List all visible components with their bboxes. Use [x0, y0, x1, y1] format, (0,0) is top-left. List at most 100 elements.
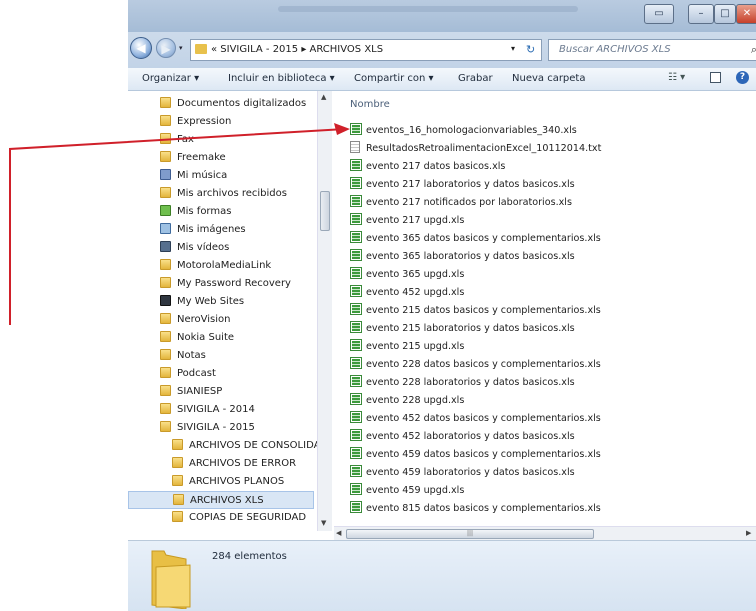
organize-button[interactable]: Organizar ▾ — [142, 73, 199, 84]
file-row[interactable]: evento 815 datos basicos y complementari… — [350, 500, 601, 517]
sidebar-item[interactable]: Podcast — [160, 365, 216, 383]
horizontal-scrollbar[interactable]: ◀ ||| ▶ — [334, 526, 756, 541]
sidebar-item[interactable]: Mi música — [160, 167, 227, 185]
sidebar-item[interactable]: SIVIGILA - 2014 — [160, 401, 255, 419]
help-icon[interactable]: ? — [736, 71, 749, 84]
search-box[interactable]: Buscar ARCHIVOS XLS ⌕ — [548, 39, 756, 61]
sidebar-item[interactable]: ARCHIVOS DE ERROR — [172, 455, 296, 473]
burn-button[interactable]: Grabar — [458, 73, 493, 84]
back-button[interactable]: ◀ — [130, 37, 152, 59]
file-row[interactable]: evento 365 laboratorios y datos basicos.… — [350, 248, 575, 265]
address-dropdown-icon[interactable]: ▾ — [511, 44, 515, 53]
sidebar-item[interactable]: Documentos digitalizados — [160, 95, 306, 113]
address-bar[interactable]: « SIVIGILA - 2015 ▸ ARCHIVOS XLS ▾ — [190, 39, 542, 61]
file-row[interactable]: evento 217 datos basicos.xls — [350, 158, 505, 175]
text-file-icon — [350, 141, 360, 153]
refresh-icon[interactable]: ↻ — [526, 43, 535, 56]
scroll-left-arrow-icon[interactable]: ◀ — [336, 529, 341, 537]
restore-window-button[interactable]: ▭ — [644, 4, 674, 24]
navigation-scrollbar[interactable]: ▲ ▼ — [317, 91, 332, 531]
folder-icon — [172, 439, 183, 450]
sidebar-item[interactable]: Mis formas — [160, 203, 231, 221]
sidebar-item[interactable]: Expression — [160, 113, 231, 131]
sidebar-item[interactable]: Mis vídeos — [160, 239, 229, 257]
sidebar-item[interactable]: My Web Sites — [160, 293, 244, 311]
file-name: evento 452 laboratorios y datos basicos.… — [366, 431, 575, 442]
search-icon[interactable]: ⌕ — [751, 43, 756, 57]
file-name: evento 217 upgd.xls — [366, 215, 465, 226]
file-row[interactable]: evento 217 laboratorios y datos basicos.… — [350, 176, 575, 193]
sidebar-item-label: Podcast — [177, 368, 216, 379]
file-row[interactable]: evento 228 laboratorios y datos basicos.… — [350, 374, 575, 391]
file-row[interactable]: evento 365 upgd.xls — [350, 266, 464, 283]
sidebar-item[interactable]: SIVIGILA - 2015 — [160, 419, 255, 437]
include-in-library-button[interactable]: Incluir en biblioteca ▾ — [228, 73, 335, 84]
scroll-right-arrow-icon[interactable]: ▶ — [746, 529, 751, 537]
sidebar-item-label: ARCHIVOS DE ERROR — [189, 458, 297, 469]
sidebar-item-label: Expression — [177, 116, 232, 127]
sidebar-item[interactable]: NeroVision — [160, 311, 231, 329]
file-row[interactable]: evento 215 laboratorios y datos basicos.… — [350, 320, 575, 337]
horizontal-scrollbar-thumb[interactable]: ||| — [346, 529, 594, 539]
title-bar[interactable]: ▭ – □ ✕ — [128, 0, 756, 32]
scroll-up-arrow-icon[interactable]: ▲ — [321, 93, 326, 101]
file-row[interactable]: evento 452 laboratorios y datos basicos.… — [350, 428, 575, 445]
sidebar-item-label: ARCHIVOS PLANOS — [189, 476, 285, 487]
file-row[interactable]: evento 217 upgd.xls — [350, 212, 464, 229]
file-list: Nombre eventos_16_homologacionvariables_… — [334, 91, 756, 526]
sidebar-item-label: NeroVision — [177, 314, 231, 325]
navigation-scrollbar-thumb[interactable] — [320, 191, 330, 231]
close-button[interactable]: ✕ — [736, 4, 756, 24]
folder-icon — [160, 421, 171, 432]
folder-icon — [172, 511, 183, 522]
sidebar-item[interactable]: ARCHIVOS PLANOS — [172, 473, 284, 491]
file-row[interactable]: evento 452 datos basicos y complementari… — [350, 410, 601, 427]
file-row[interactable]: evento 459 laboratorios y datos basicos.… — [350, 464, 575, 481]
folder-icon — [172, 475, 183, 486]
file-row[interactable]: evento 452 upgd.xls — [350, 284, 464, 301]
file-row[interactable]: evento 228 datos basicos y complementari… — [350, 356, 601, 373]
minimize-button[interactable]: – — [688, 4, 714, 24]
file-name: evento 452 datos basicos y complementari… — [366, 413, 601, 424]
sidebar-item[interactable]: Mis archivos recibidos — [160, 185, 287, 203]
sidebar-item[interactable]: Fax — [160, 131, 194, 149]
file-row[interactable]: evento 459 upgd.xls — [350, 482, 464, 499]
sidebar-item[interactable]: SIANIESP — [160, 383, 222, 401]
sidebar-item[interactable]: Mis imágenes — [160, 221, 246, 239]
file-row[interactable]: ResultadosRetroalimentacionExcel_1011201… — [350, 140, 601, 157]
file-row[interactable]: evento 228 upgd.xls — [350, 392, 464, 409]
excel-file-icon — [350, 177, 362, 189]
recent-pages-chevron-icon[interactable]: ▾ — [179, 44, 183, 52]
folder-icon — [160, 367, 171, 378]
file-row[interactable]: evento 215 upgd.xls — [350, 338, 464, 355]
sidebar-item[interactable]: MotorolaMediaLink — [160, 257, 271, 275]
file-row[interactable]: evento 217 notificados por laboratorios.… — [350, 194, 572, 211]
forward-button[interactable]: ▶ — [156, 38, 176, 58]
new-folder-button[interactable]: Nueva carpeta — [512, 73, 585, 84]
file-row[interactable]: evento 215 datos basicos y complementari… — [350, 302, 601, 319]
address-path[interactable]: « SIVIGILA - 2015 ▸ ARCHIVOS XLS — [211, 44, 383, 55]
file-row[interactable]: evento 459 datos basicos y complementari… — [350, 446, 601, 463]
change-view-icon[interactable]: ☷ ▾ — [668, 72, 685, 83]
column-header-name[interactable]: Nombre — [350, 99, 390, 110]
sidebar-item[interactable]: ARCHIVOS DE CONSOLIDA — [172, 437, 320, 455]
file-row[interactable]: eventos_16_homologacionvariables_340.xls — [350, 122, 577, 139]
sidebar-item-label: Mis formas — [177, 206, 232, 217]
sidebar-item[interactable]: Notas — [160, 347, 206, 365]
sidebar-item[interactable]: COPIAS DE SEGURIDAD — [172, 509, 306, 527]
search-input[interactable]: Buscar ARCHIVOS XLS — [559, 44, 671, 55]
sidebar-item[interactable]: Freemake — [160, 149, 226, 167]
sidebar-item[interactable]: Nokia Suite — [160, 329, 234, 347]
sidebar-item[interactable]: My Password Recovery — [160, 275, 291, 293]
preview-pane-icon[interactable] — [710, 72, 721, 83]
sidebar-item-label: SIVIGILA - 2014 — [177, 404, 255, 415]
file-row[interactable]: evento 365 datos basicos y complementari… — [350, 230, 601, 247]
sidebar-item[interactable]: ARCHIVOS XLS — [128, 491, 314, 509]
sidebar-item-label: Notas — [177, 350, 206, 361]
maximize-button[interactable]: □ — [714, 4, 736, 24]
folder-icon — [160, 133, 171, 144]
sidebar-item-label: Nokia Suite — [177, 332, 235, 343]
details-pane: 284 elementos — [128, 540, 756, 611]
scroll-down-arrow-icon[interactable]: ▼ — [321, 519, 326, 527]
share-with-button[interactable]: Compartir con ▾ — [354, 73, 434, 84]
